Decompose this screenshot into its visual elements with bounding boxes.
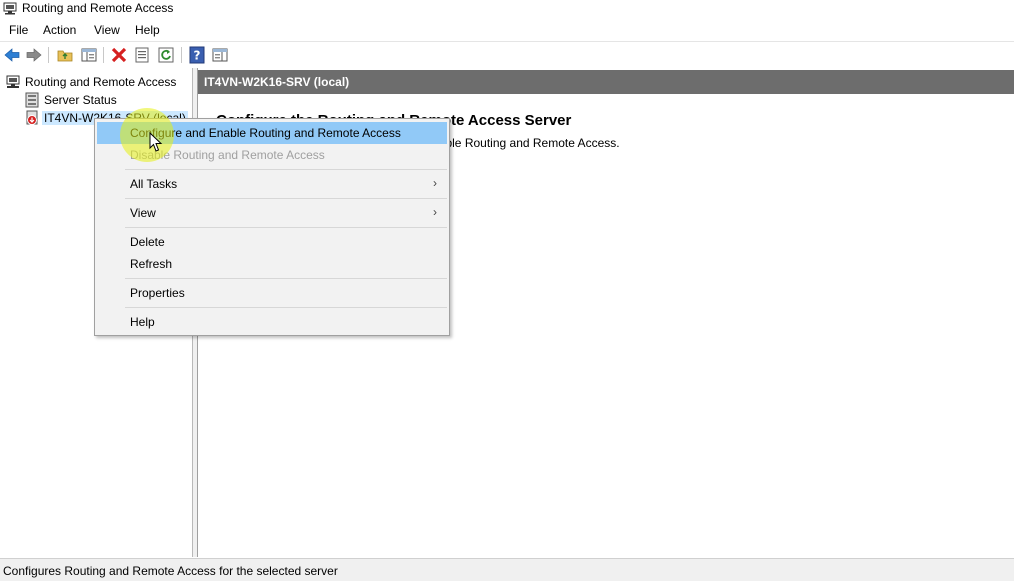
cursor-highlight [120,108,174,162]
menu-item-label: Refresh [130,257,173,271]
submenu-chevron-icon: › [433,205,437,219]
status-bar: Configures Routing and Remote Access for… [0,558,1014,581]
menu-item-refresh[interactable]: Refresh [97,253,447,275]
menu-separator [125,198,447,199]
menu-item-properties[interactable]: Properties [97,282,447,304]
refresh-icon[interactable] [157,46,175,64]
menu-item-label: Delete [130,235,165,249]
menu-separator [125,227,447,228]
rras-server-icon [3,2,17,15]
menu-item-all-tasks[interactable]: All Tasks › [97,173,447,195]
menu-item-label: Properties [130,286,185,300]
properties-icon[interactable] [133,46,151,64]
menu-action[interactable]: Action [43,23,76,37]
server-down-icon [26,110,38,125]
svg-text:?: ? [194,49,201,63]
toolbar-separator [48,47,49,63]
window-title: Routing and Remote Access [22,1,174,15]
menu-separator [125,307,447,308]
show-hide-tree-icon[interactable] [80,46,98,64]
rras-root-icon [6,75,20,88]
menu-file[interactable]: File [9,23,28,37]
menu-bar: File Action View Help [0,19,1014,40]
menu-item-label: Help [130,315,155,329]
delete-icon[interactable] [110,46,128,64]
menu-separator [125,278,447,279]
menu-help[interactable]: Help [135,23,160,37]
menu-separator [125,169,447,170]
console-tree-icon[interactable] [211,46,229,64]
title-bar: Routing and Remote Access [0,0,1014,18]
toolbar-separator [181,47,182,63]
menu-item-label: All Tasks [130,177,178,191]
help-icon[interactable]: ? [188,46,206,64]
tree-item-label: Server Status [44,93,117,107]
menu-item-delete[interactable]: Delete [97,231,447,253]
toolbar-separator [103,47,104,63]
details-header: IT4VN-W2K16-SRV (local) [198,70,1014,94]
menu-item-help[interactable]: Help [97,311,447,333]
menu-view[interactable]: View [94,23,120,37]
menu-item-label: View [130,206,156,220]
forward-arrow-icon[interactable] [25,46,43,64]
server-status-icon [25,92,39,108]
status-text: Configures Routing and Remote Access for… [3,564,338,578]
mouse-pointer-icon [149,132,163,152]
menu-item-view[interactable]: View › [97,202,447,224]
toolbar: ? [0,41,1014,69]
up-folder-icon[interactable] [56,46,74,64]
submenu-chevron-icon: › [433,176,437,190]
tree-item-label: Routing and Remote Access [25,75,177,89]
back-arrow-icon[interactable] [3,46,21,64]
details-header-label: IT4VN-W2K16-SRV (local) [204,75,350,89]
